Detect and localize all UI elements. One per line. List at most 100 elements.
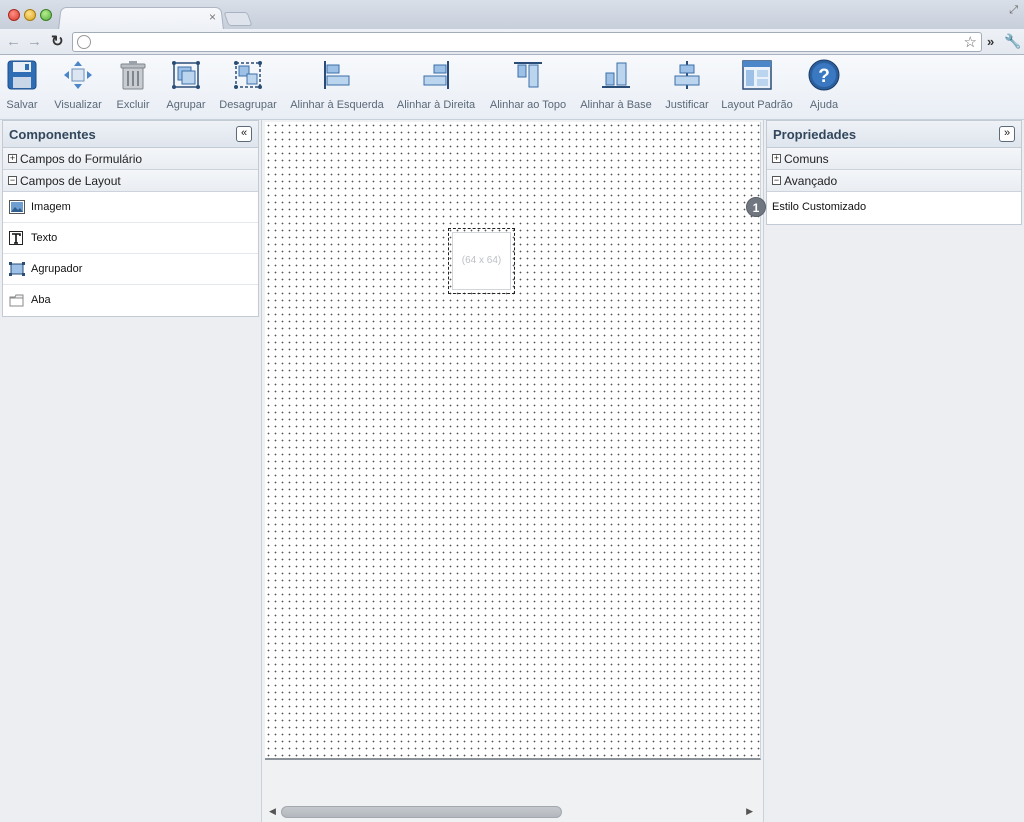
align-left-icon: [324, 61, 350, 89]
delete-label: Excluir: [116, 99, 150, 111]
align-right-label: Alinhar à Direita: [396, 99, 476, 111]
align-bottom-button[interactable]: Alinhar à Base: [580, 59, 652, 117]
svg-text:?: ?: [818, 66, 830, 87]
properties-panel: Propriedades » + Comuns − Avançado 1 Est…: [746, 120, 1024, 822]
section-form-fields[interactable]: + Campos do Formulário: [3, 148, 258, 170]
collapse-icon[interactable]: −: [772, 176, 781, 185]
group-container-icon: [9, 262, 25, 276]
align-bottom-label: Alinhar à Base: [580, 99, 652, 111]
horizontal-scrollbar[interactable]: ◀ ▶: [266, 804, 756, 819]
item-label: Estilo Customizado: [772, 201, 867, 213]
properties-title: Propriedades: [773, 127, 857, 142]
component-item-image[interactable]: Imagem: [3, 192, 258, 223]
preview-label: Visualizar: [54, 99, 102, 111]
help-icon: ?: [808, 59, 840, 91]
ungroup-icon: [234, 61, 262, 89]
group-icon: [172, 61, 200, 89]
item-label: Imagem: [31, 201, 71, 213]
expand-icon[interactable]: +: [8, 154, 17, 163]
help-button[interactable]: ? Ajuda: [806, 59, 842, 117]
property-item-custom-style[interactable]: 1 Estilo Customizado: [746, 192, 1021, 224]
image-component-selected[interactable]: (64 x 64): [448, 228, 515, 294]
image-icon: [9, 200, 25, 214]
zoom-window-button[interactable]: [40, 9, 52, 21]
minimize-window-button[interactable]: [24, 9, 36, 21]
default-layout-icon: [742, 60, 772, 90]
new-tab-button[interactable]: [223, 12, 253, 26]
save-label: Salvar: [6, 99, 38, 111]
help-label: Ajuda: [809, 99, 839, 111]
components-header: Componentes «: [3, 121, 258, 148]
component-item-text[interactable]: Texto: [3, 223, 258, 254]
section-label: Campos de Layout: [20, 174, 121, 188]
align-right-icon: [423, 61, 449, 89]
browser-tab[interactable]: [58, 7, 224, 31]
justify-label: Justificar: [665, 99, 709, 111]
scroll-right-icon[interactable]: ▶: [746, 806, 753, 817]
scroll-left-icon[interactable]: ◀: [269, 806, 276, 817]
trash-icon: [120, 61, 146, 90]
star-icon[interactable]: ☆: [964, 33, 977, 51]
align-top-label: Alinhar ao Topo: [489, 99, 567, 111]
align-right-button[interactable]: Alinhar à Direita: [395, 59, 477, 117]
delete-button[interactable]: Excluir: [115, 59, 151, 117]
section-layout-fields[interactable]: − Campos de Layout: [3, 170, 258, 192]
group-button[interactable]: Agrupar: [164, 59, 208, 117]
item-label: Texto: [31, 232, 58, 244]
forward-icon[interactable]: →: [27, 33, 42, 51]
align-top-icon: [514, 62, 542, 88]
properties-box: Propriedades » + Comuns − Avançado 1 Est…: [746, 120, 1022, 225]
section-label: Comuns: [784, 152, 829, 166]
collapse-right-button[interactable]: »: [999, 126, 1015, 142]
save-icon: [7, 60, 37, 90]
component-item-group[interactable]: Agrupador: [3, 254, 258, 285]
preview-button[interactable]: Visualizar: [53, 59, 103, 117]
tab-icon: [9, 294, 24, 307]
design-canvas[interactable]: (64 x 64): [265, 122, 761, 760]
align-top-button[interactable]: Alinhar ao Topo: [487, 59, 569, 117]
default-layout-label: Layout Padrão: [721, 99, 793, 111]
align-bottom-icon: [602, 62, 630, 88]
justify-button[interactable]: Justificar: [663, 59, 711, 117]
close-window-button[interactable]: [8, 9, 20, 21]
browser-toolbar: ← → ↻ ☆ » 🔧: [0, 29, 1024, 55]
item-label: Aba: [31, 294, 51, 306]
address-bar[interactable]: ☆: [72, 32, 982, 52]
text-icon: [9, 231, 23, 245]
components-box: Componentes « + Campos do Formulário − C…: [2, 120, 259, 317]
browser-tab-bar: × ⤢: [0, 0, 1024, 31]
ungroup-label: Desagrupar: [219, 99, 277, 111]
default-layout-button[interactable]: Layout Padrão: [720, 59, 794, 117]
align-left-button[interactable]: Alinhar à Esquerda: [289, 59, 385, 117]
save-button[interactable]: Salvar: [4, 59, 40, 117]
image-placeholder: (64 x 64): [452, 232, 511, 290]
wrench-icon[interactable]: 🔧: [1004, 33, 1021, 50]
image-size-label: (64 x 64): [461, 255, 502, 266]
justify-icon: [674, 61, 700, 89]
section-advanced[interactable]: − Avançado: [767, 170, 1021, 192]
collapse-left-button[interactable]: «: [236, 126, 252, 142]
more-icon[interactable]: »: [987, 34, 994, 49]
item-label: Agrupador: [31, 263, 83, 275]
ungroup-button[interactable]: Desagrupar: [218, 59, 278, 117]
preview-icon: [64, 61, 92, 89]
components-title: Componentes: [9, 127, 96, 142]
component-item-tab[interactable]: Aba: [3, 285, 258, 316]
properties-header: Propriedades »: [767, 121, 1021, 148]
app-toolbar: Salvar Visualizar Excluir Agrupar Desagr…: [0, 55, 1024, 120]
collapse-icon[interactable]: −: [8, 176, 17, 185]
tab-close-icon[interactable]: ×: [209, 10, 216, 24]
section-label: Avançado: [784, 174, 838, 188]
back-icon[interactable]: ←: [6, 33, 21, 51]
design-canvas-area: (64 x 64) ◀ ▶: [262, 120, 763, 822]
step-badge: 1: [746, 197, 766, 217]
section-label: Campos do Formulário: [20, 152, 143, 166]
expand-icon[interactable]: +: [772, 154, 781, 163]
components-panel: Componentes « + Campos do Formulário − C…: [0, 120, 262, 822]
section-common[interactable]: + Comuns: [767, 148, 1021, 170]
fullscreen-icon[interactable]: ⤢: [1009, 4, 1018, 17]
globe-icon: [77, 35, 91, 49]
scrollbar-thumb[interactable]: [281, 806, 562, 818]
reload-icon[interactable]: ↻: [51, 33, 64, 51]
align-left-label: Alinhar à Esquerda: [290, 99, 384, 111]
